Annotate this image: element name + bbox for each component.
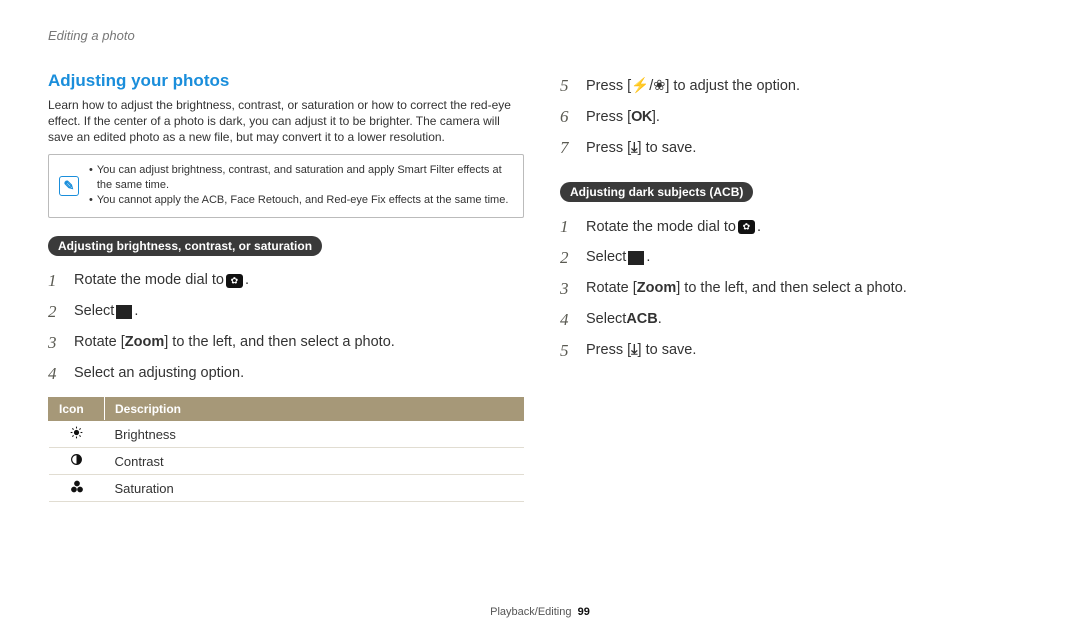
content-columns: Adjusting your photos Learn how to adjus… bbox=[48, 71, 1036, 502]
saturation-icon bbox=[70, 481, 84, 496]
mode-dial-icon bbox=[226, 274, 243, 288]
contrast-icon bbox=[70, 454, 83, 469]
step-row: Rotate the mode dial to . bbox=[48, 266, 524, 297]
breadcrumb: Editing a photo bbox=[48, 28, 1036, 43]
select-icon bbox=[116, 305, 132, 319]
table-row: Contrast bbox=[49, 448, 524, 475]
right-column: Press [⚡/❀] to adjust the option. Press … bbox=[560, 71, 1036, 502]
intro-paragraph: Learn how to adjust the brightness, cont… bbox=[48, 97, 524, 146]
td-description: Brightness bbox=[105, 421, 524, 448]
step-row: Press [OK]. bbox=[560, 102, 1036, 133]
brightness-icon bbox=[70, 427, 83, 442]
step-row: Press [⤓] to save. bbox=[560, 133, 1036, 164]
table-row: Saturation bbox=[49, 475, 524, 502]
section-title: Adjusting your photos bbox=[48, 71, 524, 91]
step-row: Press [⚡/❀] to adjust the option. bbox=[560, 71, 1036, 102]
note-item: You can adjust brightness, contrast, and… bbox=[97, 163, 513, 194]
options-table: Icon Description Brightness Contrast bbox=[48, 397, 524, 502]
note-box: ✎ •You can adjust brightness, contrast, … bbox=[48, 154, 524, 218]
macro-key-icon: ❀ bbox=[653, 77, 665, 97]
subheading-acb: Adjusting dark subjects (ACB) bbox=[560, 182, 753, 202]
flash-key-icon: ⚡ bbox=[631, 77, 649, 97]
steps-list-a-cont: Press [⚡/❀] to adjust the option. Press … bbox=[560, 71, 1036, 164]
page-footer: Playback/Editing 99 bbox=[0, 606, 1080, 618]
step-row: Rotate the mode dial to . bbox=[560, 212, 1036, 243]
left-column: Adjusting your photos Learn how to adjus… bbox=[48, 71, 524, 502]
ok-key-icon: OK bbox=[631, 108, 652, 128]
th-icon: Icon bbox=[49, 398, 105, 421]
steps-list-b: Rotate the mode dial to . Select . Rotat… bbox=[560, 212, 1036, 367]
table-row: Brightness bbox=[49, 421, 524, 448]
select-icon bbox=[628, 251, 644, 265]
td-description: Contrast bbox=[105, 448, 524, 475]
note-list: •You can adjust brightness, contrast, an… bbox=[89, 163, 513, 209]
step-row: Rotate [Zoom] to the left, and then sele… bbox=[560, 274, 1036, 305]
step-row: Press [⤓] to save. bbox=[560, 336, 1036, 367]
th-description: Description bbox=[105, 398, 524, 421]
subheading-adjusting: Adjusting brightness, contrast, or satur… bbox=[48, 236, 322, 256]
mode-dial-icon bbox=[738, 220, 755, 234]
note-icon: ✎ bbox=[59, 176, 79, 196]
step-row: Select . bbox=[48, 297, 524, 328]
step-row: Select ACB. bbox=[560, 305, 1036, 336]
step-row: Rotate [Zoom] to the left, and then sele… bbox=[48, 328, 524, 359]
note-item: You cannot apply the ACB, Face Retouch, … bbox=[97, 193, 509, 208]
step-row: Select . bbox=[560, 243, 1036, 274]
td-description: Saturation bbox=[105, 475, 524, 502]
steps-list-a: Rotate the mode dial to . Select . Rotat… bbox=[48, 266, 524, 390]
step-row: Select an adjusting option. bbox=[48, 359, 524, 390]
